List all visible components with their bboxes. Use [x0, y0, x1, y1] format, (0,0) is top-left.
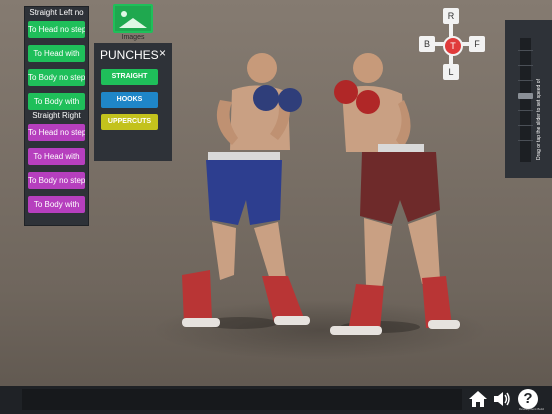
bottom-bar: ? Development Build [0, 386, 552, 414]
boxers-scene [182, 53, 460, 335]
punch-list-panel: Straight Left no To Head no step To Head… [24, 6, 89, 226]
close-icon[interactable]: × [159, 46, 166, 60]
left-head-with-button[interactable]: To Head with [28, 45, 85, 62]
straight-left-header: Straight Left no [29, 8, 84, 17]
punches-menu: PUNCHES × STRAIGHT HOOKS UPPERCUTS [94, 43, 172, 161]
uppercuts-button[interactable]: UPPERCUTS [101, 114, 158, 130]
camera-top-button[interactable]: T [443, 36, 463, 56]
right-body-with-button[interactable]: To Body with [28, 196, 85, 213]
images-button[interactable]: Images [113, 4, 153, 41]
left-body-with-button[interactable]: To Body with [28, 93, 85, 110]
left-body-no-step-button[interactable]: To Body no step [28, 69, 85, 86]
punches-title: PUNCHES [100, 48, 159, 62]
camera-back-button[interactable]: B [419, 36, 435, 52]
right-head-no-step-button[interactable]: To Head no step [28, 124, 85, 141]
help-icon[interactable]: ? [518, 389, 538, 409]
speed-slider-panel: Drag or tap the slider to set speed of [505, 20, 552, 178]
images-label: Images [121, 34, 145, 41]
red-boxer [330, 53, 460, 335]
blue-boxer [182, 53, 310, 329]
hooks-button[interactable]: HOOKS [101, 92, 158, 108]
left-head-no-step-button[interactable]: To Head no step [28, 21, 85, 38]
straight-button[interactable]: STRAIGHT [101, 69, 158, 85]
camera-controls: R B T F L [418, 8, 488, 80]
camera-left-button[interactable]: L [443, 64, 459, 80]
right-head-with-button[interactable]: To Head with [28, 148, 85, 165]
home-icon[interactable] [468, 389, 488, 409]
dev-build-label: Development Build [518, 407, 544, 411]
camera-front-button[interactable]: F [469, 36, 485, 52]
info-text-field [22, 389, 462, 410]
image-icon [113, 4, 153, 33]
speed-slider-thumb[interactable] [518, 93, 533, 99]
camera-right-button[interactable]: R [443, 8, 459, 24]
straight-right-header: Straight Right [32, 111, 81, 120]
speed-hint: Drag or tap the slider to set speed of [536, 79, 542, 160]
sound-icon[interactable] [492, 389, 512, 409]
speed-slider-track[interactable] [520, 38, 531, 162]
right-body-no-step-button[interactable]: To Body no step [28, 172, 85, 189]
